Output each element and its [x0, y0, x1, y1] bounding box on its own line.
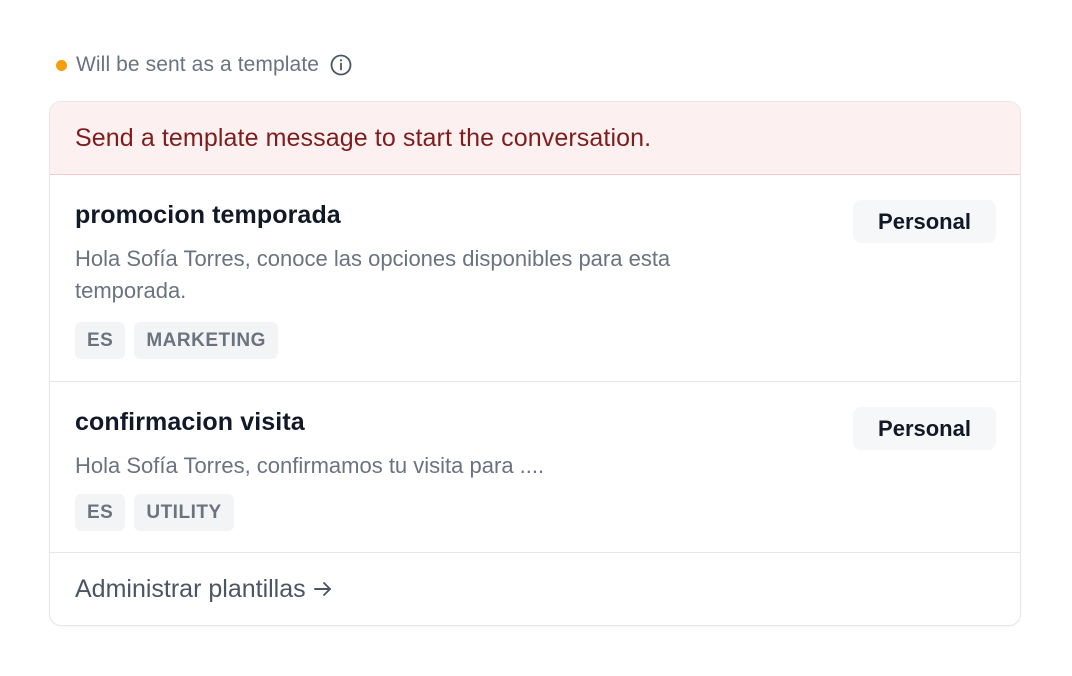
category-tag: MARKETING	[134, 322, 278, 359]
info-icon[interactable]	[329, 53, 353, 77]
template-required-banner: Send a template message to start the con…	[50, 102, 1020, 175]
manage-templates-link[interactable]: Administrar plantillas	[75, 553, 334, 625]
template-picker-card: Send a template message to start the con…	[49, 101, 1021, 626]
template-tags: ES MARKETING	[75, 322, 278, 359]
language-tag: ES	[75, 494, 126, 531]
manage-templates-label: Administrar plantillas	[75, 574, 306, 603]
template-description: Hola Sofía Torres, confirmamos tu visita…	[75, 453, 545, 478]
status-dot	[56, 59, 67, 71]
category-badge: Personal	[853, 200, 996, 243]
template-item-promocion-temporada[interactable]: promocion temporada Hola Sofía Torres, c…	[50, 175, 1020, 382]
template-tags: ES UTILITY	[75, 494, 234, 531]
arrow-right-icon	[312, 578, 334, 600]
category-tag: UTILITY	[134, 494, 234, 531]
category-badge: Personal	[853, 407, 996, 450]
template-description: Hola Sofía Torres, conoce las opciones d…	[75, 246, 671, 303]
banner-text: Send a template message to start the con…	[75, 123, 652, 152]
template-name: promocion temporada	[75, 201, 341, 229]
template-status: Will be sent as a template	[56, 50, 353, 80]
language-tag: ES	[75, 322, 126, 359]
template-name: confirmacion visita	[75, 408, 305, 436]
template-item-confirmacion-visita[interactable]: confirmacion visita Hola Sofía Torres, c…	[50, 382, 1020, 553]
status-label: Will be sent as a template	[76, 53, 320, 76]
